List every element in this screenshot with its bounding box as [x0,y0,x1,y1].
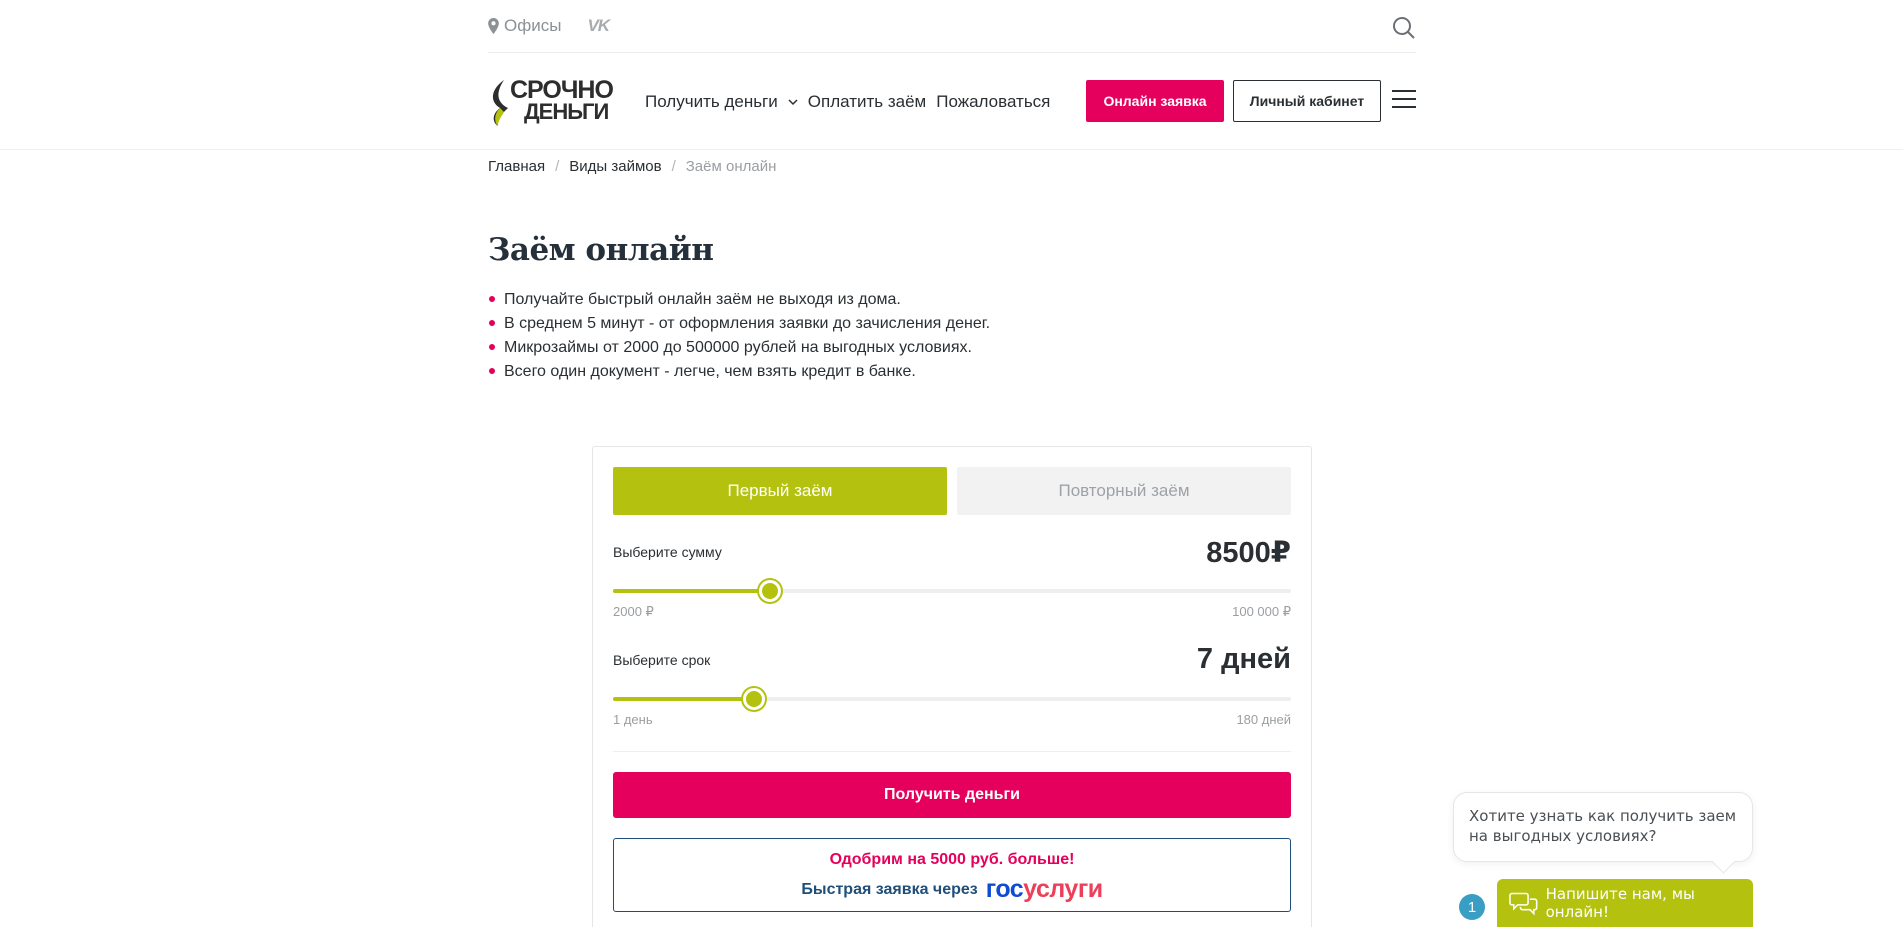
loan-calculator: Первый заём Повторный заём Выберите сумм… [592,446,1312,927]
online-application-button[interactable]: Онлайн заявка [1086,80,1224,122]
breadcrumb-current: Заём онлайн [685,158,777,175]
gosuslugi-banner[interactable]: Одобрим на 5000 руб. больше! Быстрая зая… [613,838,1291,912]
calculator-divider [613,751,1291,752]
chat-open-button[interactable]: Напишите нам, мы онлайн! [1497,879,1753,927]
personal-cabinet-button[interactable]: Личный кабинет [1233,80,1381,122]
tab-repeat-loan[interactable]: Повторный заём [957,467,1291,515]
term-value: 7 дней [1196,643,1291,675]
nav-pay-loan[interactable]: Оплатить заём [808,92,926,112]
list-item: Получайте быстрый онлайн заём не выходя … [488,288,990,312]
location-pin-icon [488,18,499,34]
nav-complain[interactable]: Пожаловаться [936,92,1050,112]
amount-value: 8500₽ [1206,537,1291,569]
top-bar: Офисы VK [488,0,1416,53]
header-divider [0,149,1903,150]
amount-slider-fill [613,589,771,593]
term-slider-fill [613,697,754,701]
tab-first-loan[interactable]: Первый заём [613,467,947,515]
term-slider[interactable] [613,688,1291,710]
breadcrumb: Главная / Виды займов / Заём онлайн [488,158,776,175]
term-slider-thumb[interactable] [742,688,765,710]
logo[interactable]: СРОЧНО ДЕНЬГИ [488,74,628,130]
main-header: СРОЧНО ДЕНЬГИ Получить деньги Оплатить з… [488,54,1416,149]
offices-link[interactable]: Офисы [488,16,561,36]
search-icon[interactable] [1392,16,1416,40]
term-label: Выберите срок [613,652,711,668]
list-item: В среднем 5 минут - от оформления заявки… [488,312,990,336]
menu-icon[interactable] [1392,90,1416,110]
chat-button-label: Напишите нам, мы онлайн! [1545,885,1695,921]
vk-icon[interactable]: VK [587,16,610,36]
gosuslugi-logo: госуслуги [985,875,1103,903]
gosuslugi-promo: Одобрим на 5000 руб. больше! [829,851,1075,868]
benefits-list: Получайте быстрый онлайн заём не выходя … [488,288,990,384]
chevron-down-icon [788,98,798,105]
term-max: 180 дней [1236,712,1291,727]
get-money-button[interactable]: Получить деньги [613,772,1291,818]
nav-get-money[interactable]: Получить деньги [645,92,798,112]
breadcrumb-home[interactable]: Главная [488,158,545,175]
offices-label: Офисы [504,16,562,35]
amount-label: Выберите сумму [613,544,722,560]
page-title: Заём онлайн [488,232,714,268]
amount-max: 100 000 ₽ [1232,604,1291,619]
chat-icon [1509,892,1538,916]
breadcrumb-loan-types[interactable]: Виды займов [569,158,661,175]
term-min: 1 день [613,712,653,727]
gosuslugi-line: Быстрая заявка через госуслуги [614,875,1290,904]
chat-unread-badge: 1 [1459,894,1485,920]
logo-text: СРОЧНО ДЕНЬГИ [510,75,614,124]
amount-slider[interactable] [613,580,1291,602]
amount-min: 2000 ₽ [613,604,654,619]
main-nav: Получить деньги Оплатить заём Пожаловать… [645,92,1060,112]
list-item: Всего один документ - легче, чем взять к… [488,360,990,384]
breadcrumb-separator: / [671,158,676,175]
gosuslugi-text: Быстрая заявка через [801,880,978,898]
breadcrumb-separator: / [555,158,560,175]
list-item: Микрозаймы от 2000 до 500000 рублей на в… [488,336,990,360]
chat-bubble[interactable]: Хотите узнать как получить заем на выгод… [1453,792,1753,862]
amount-slider-thumb[interactable] [759,580,782,602]
